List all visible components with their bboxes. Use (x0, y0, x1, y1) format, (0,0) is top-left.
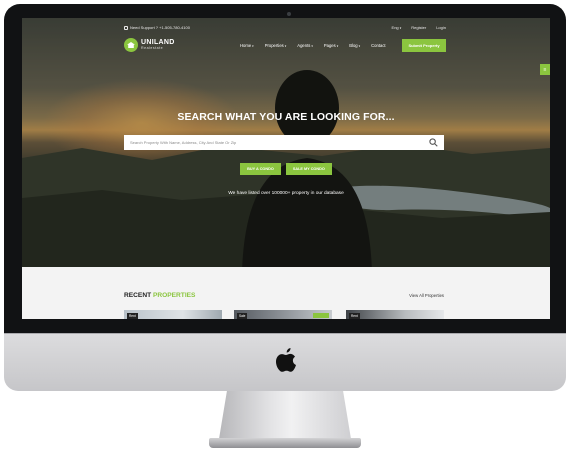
submit-property-button[interactable]: Submit Property (402, 39, 446, 52)
language-select[interactable]: Eng ▾ (392, 25, 402, 30)
search-bar (124, 135, 444, 150)
hero-headline: SEARCH WHAT YOU ARE LOOKING FOR... (177, 111, 395, 123)
status-badge: Rent (349, 313, 360, 319)
chevron-down-icon: ▾ (399, 26, 402, 30)
logo-tagline: Realestate (141, 46, 164, 51)
nav-contact[interactable]: Contact (371, 43, 385, 48)
recent-properties-section: RECENT PROPERTIES View All Properties Re… (22, 267, 550, 319)
listing-note: We have listed over 100000+ property in … (228, 191, 344, 196)
chevron-down-icon: ▾ (252, 43, 254, 48)
nav-home[interactable]: Home ▾ (240, 43, 254, 48)
property-card[interactable]: Rent (124, 310, 222, 319)
search-input[interactable] (130, 135, 420, 150)
status-badge: Rent (127, 313, 138, 319)
settings-icon: ≡ (543, 66, 547, 73)
view-all-properties-link[interactable]: View All Properties (409, 293, 444, 298)
logo-name: UNILAND (141, 39, 175, 47)
property-cards: Rent Sale Rent (124, 310, 444, 319)
nav-menu: Home ▾ Properties ▾ Agents ▾ Pages ▾ Blog ▾ C… (240, 43, 386, 48)
nav-blog[interactable]: Blog ▾ (349, 43, 360, 48)
property-card[interactable]: Sale (234, 310, 332, 319)
top-bar: Need Support ? +1-505-780-4100 Eng ▾ Reg… (124, 23, 446, 35)
chevron-down-icon: ▾ (284, 43, 287, 48)
property-card[interactable]: Rent (346, 310, 444, 319)
monitor-stand (219, 391, 351, 439)
status-badge: Sale (237, 313, 248, 319)
register-link[interactable]: Register (411, 25, 426, 30)
login-link[interactable]: Login (436, 25, 446, 30)
buy-condo-button[interactable]: BUY A CONDO (240, 163, 281, 175)
nav-properties[interactable]: Properties ▾ (265, 43, 287, 48)
camera (287, 12, 291, 16)
imac-mockup: Need Support ? +1-505-780-4100 Eng ▾ Reg… (0, 0, 570, 455)
nav-agents[interactable]: Agents ▾ (297, 43, 313, 48)
top-links: Eng ▾ Register Login (392, 25, 446, 30)
hero-buttons: BUY A CONDO SALE MY CONDO (22, 163, 550, 175)
monitor-base (209, 438, 361, 448)
sale-condo-button[interactable]: SALE MY CONDO (285, 163, 332, 175)
website-screen: Need Support ? +1-505-780-4100 Eng ▾ Reg… (22, 18, 550, 319)
support-phone: Need Support ? +1-505-780-4100 (124, 25, 190, 30)
search-icon[interactable] (429, 138, 438, 147)
chevron-down-icon: ▾ (311, 43, 313, 48)
hero-section: Need Support ? +1-505-780-4100 Eng ▾ Reg… (22, 18, 550, 267)
chevron-down-icon: ▾ (358, 43, 361, 48)
side-settings-tab[interactable]: ≡ (540, 64, 550, 75)
phone-icon (124, 25, 128, 30)
site-logo[interactable]: UNILAND Realestate (124, 38, 175, 52)
featured-badge (313, 313, 329, 318)
support-phone-text: Need Support ? +1-505-780-4100 (130, 25, 190, 30)
recent-properties-title: RECENT PROPERTIES (124, 292, 196, 299)
nav-pages[interactable]: Pages ▾ (324, 43, 338, 48)
chevron-down-icon: ▾ (336, 43, 339, 48)
apple-logo-icon (276, 348, 296, 372)
home-logo-icon (124, 38, 138, 52)
main-nav: UNILAND Realestate Home ▾ Properties ▾ Age… (124, 38, 446, 54)
